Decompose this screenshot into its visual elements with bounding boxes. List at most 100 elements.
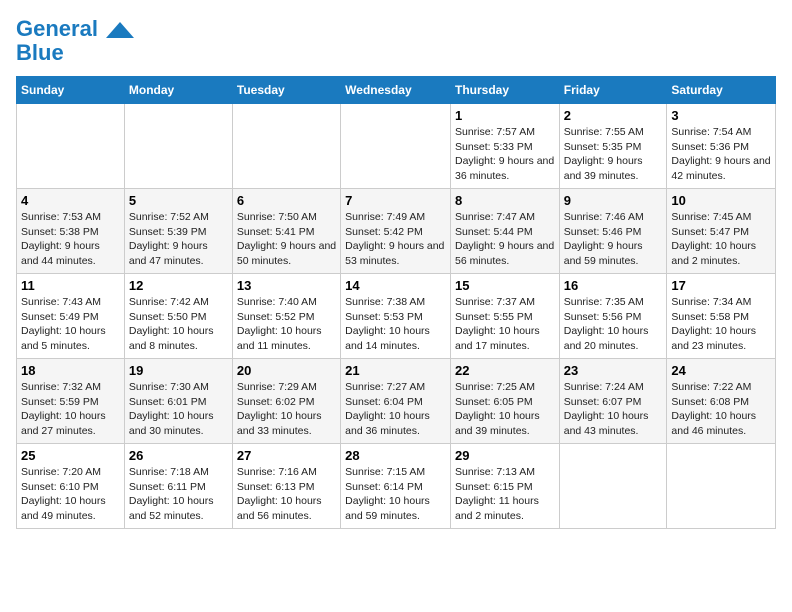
- calendar-cell: 23 Sunrise: 7:24 AM Sunset: 6:07 PM Dayli…: [559, 359, 667, 444]
- day-number: 2: [564, 108, 663, 123]
- calendar-cell: [17, 104, 125, 189]
- day-number: 20: [237, 363, 336, 378]
- day-number: 28: [345, 448, 446, 463]
- day-info: Sunrise: 7:20 AM Sunset: 6:10 PM Dayligh…: [21, 465, 120, 524]
- calendar-cell: 26 Sunrise: 7:18 AM Sunset: 6:11 PM Dayli…: [124, 444, 232, 529]
- day-number: 6: [237, 193, 336, 208]
- calendar-week-3: 11Sunrise: 7:43 AM Sunset: 5:49 PM Dayli…: [17, 274, 776, 359]
- day-number: 26: [129, 448, 228, 463]
- calendar-cell: 3 Sunrise: 7:54 AM Sunset: 5:36 PM Daylig…: [667, 104, 776, 189]
- day-number: 8: [455, 193, 555, 208]
- calendar-cell: 15 Sunrise: 7:37 AM Sunset: 5:55 PM Dayli…: [450, 274, 559, 359]
- day-number: 27: [237, 448, 336, 463]
- day-info: Sunrise: 7:30 AM Sunset: 6:01 PM Dayligh…: [129, 380, 228, 439]
- day-number: 12: [129, 278, 228, 293]
- day-number: 18: [21, 363, 120, 378]
- calendar-cell: [667, 444, 776, 529]
- calendar-cell: 2 Sunrise: 7:55 AM Sunset: 5:35 PM Daylig…: [559, 104, 667, 189]
- day-info: Sunrise: 7:27 AM Sunset: 6:04 PM Dayligh…: [345, 380, 446, 439]
- calendar-cell: 13 Sunrise: 7:40 AM Sunset: 5:52 PM Dayli…: [232, 274, 340, 359]
- calendar-cell: 17 Sunrise: 7:34 AM Sunset: 5:58 PM Dayli…: [667, 274, 776, 359]
- day-number: 13: [237, 278, 336, 293]
- weekday-header-saturday: Saturday: [667, 77, 776, 104]
- day-info: Sunrise: 7:42 AM Sunset: 5:50 PM Dayligh…: [129, 295, 228, 354]
- calendar-cell: 28Sunrise: 7:15 AM Sunset: 6:14 PM Dayli…: [341, 444, 451, 529]
- day-info: Sunrise: 7:47 AM Sunset: 5:44 PM Dayligh…: [455, 210, 555, 269]
- day-number: 16: [564, 278, 663, 293]
- calendar-cell: 19 Sunrise: 7:30 AM Sunset: 6:01 PM Dayli…: [124, 359, 232, 444]
- calendar-header-row: SundayMondayTuesdayWednesdayThursdayFrid…: [17, 77, 776, 104]
- day-info: Sunrise: 7:38 AM Sunset: 5:53 PM Dayligh…: [345, 295, 446, 354]
- day-number: 15: [455, 278, 555, 293]
- calendar-cell: 7 Sunrise: 7:49 AM Sunset: 5:42 PM Daylig…: [341, 189, 451, 274]
- day-number: 4: [21, 193, 120, 208]
- day-info: Sunrise: 7:53 AM Sunset: 5:38 PM Dayligh…: [21, 210, 120, 269]
- calendar-cell: 11Sunrise: 7:43 AM Sunset: 5:49 PM Dayli…: [17, 274, 125, 359]
- day-info: Sunrise: 7:32 AM Sunset: 5:59 PM Dayligh…: [21, 380, 120, 439]
- day-info: Sunrise: 7:55 AM Sunset: 5:35 PM Dayligh…: [564, 125, 663, 184]
- calendar-cell: 20 Sunrise: 7:29 AM Sunset: 6:02 PM Dayli…: [232, 359, 340, 444]
- calendar-cell: 6 Sunrise: 7:50 AM Sunset: 5:41 PM Daylig…: [232, 189, 340, 274]
- day-number: 7: [345, 193, 446, 208]
- day-info: Sunrise: 7:54 AM Sunset: 5:36 PM Dayligh…: [671, 125, 771, 184]
- weekday-header-tuesday: Tuesday: [232, 77, 340, 104]
- day-number: 1: [455, 108, 555, 123]
- day-number: 14: [345, 278, 446, 293]
- calendar-cell: 10 Sunrise: 7:45 AM Sunset: 5:47 PM Dayli…: [667, 189, 776, 274]
- page-header: General Blue: [16, 16, 776, 66]
- weekday-header-monday: Monday: [124, 77, 232, 104]
- day-info: Sunrise: 7:43 AM Sunset: 5:49 PM Dayligh…: [21, 295, 120, 354]
- calendar-week-2: 4 Sunrise: 7:53 AM Sunset: 5:38 PM Daylig…: [17, 189, 776, 274]
- calendar-cell: 5 Sunrise: 7:52 AM Sunset: 5:39 PM Daylig…: [124, 189, 232, 274]
- calendar-cell: 29 Sunrise: 7:13 AM Sunset: 6:15 PM Dayli…: [450, 444, 559, 529]
- day-number: 5: [129, 193, 228, 208]
- day-info: Sunrise: 7:57 AM Sunset: 5:33 PM Dayligh…: [455, 125, 555, 184]
- day-info: Sunrise: 7:13 AM Sunset: 6:15 PM Dayligh…: [455, 465, 555, 524]
- calendar-cell: 24Sunrise: 7:22 AM Sunset: 6:08 PM Dayli…: [667, 359, 776, 444]
- day-info: Sunrise: 7:25 AM Sunset: 6:05 PM Dayligh…: [455, 380, 555, 439]
- calendar-cell: 18 Sunrise: 7:32 AM Sunset: 5:59 PM Dayli…: [17, 359, 125, 444]
- calendar-cell: 4 Sunrise: 7:53 AM Sunset: 5:38 PM Daylig…: [17, 189, 125, 274]
- day-info: Sunrise: 7:35 AM Sunset: 5:56 PM Dayligh…: [564, 295, 663, 354]
- weekday-header-friday: Friday: [559, 77, 667, 104]
- day-number: 24: [671, 363, 771, 378]
- calendar-cell: 8 Sunrise: 7:47 AM Sunset: 5:44 PM Daylig…: [450, 189, 559, 274]
- day-number: 19: [129, 363, 228, 378]
- day-number: 23: [564, 363, 663, 378]
- calendar-week-1: 1 Sunrise: 7:57 AM Sunset: 5:33 PM Daylig…: [17, 104, 776, 189]
- calendar-cell: 14 Sunrise: 7:38 AM Sunset: 5:53 PM Dayli…: [341, 274, 451, 359]
- day-info: Sunrise: 7:37 AM Sunset: 5:55 PM Dayligh…: [455, 295, 555, 354]
- calendar-cell: 25 Sunrise: 7:20 AM Sunset: 6:10 PM Dayli…: [17, 444, 125, 529]
- day-number: 17: [671, 278, 771, 293]
- weekday-header-wednesday: Wednesday: [341, 77, 451, 104]
- day-info: Sunrise: 7:16 AM Sunset: 6:13 PM Dayligh…: [237, 465, 336, 524]
- day-info: Sunrise: 7:34 AM Sunset: 5:58 PM Dayligh…: [671, 295, 771, 354]
- day-info: Sunrise: 7:52 AM Sunset: 5:39 PM Dayligh…: [129, 210, 228, 269]
- calendar-cell: 1 Sunrise: 7:57 AM Sunset: 5:33 PM Daylig…: [450, 104, 559, 189]
- day-info: Sunrise: 7:29 AM Sunset: 6:02 PM Dayligh…: [237, 380, 336, 439]
- day-number: 22: [455, 363, 555, 378]
- calendar-cell: 27 Sunrise: 7:16 AM Sunset: 6:13 PM Dayli…: [232, 444, 340, 529]
- day-number: 10: [671, 193, 771, 208]
- calendar-cell: 21 Sunrise: 7:27 AM Sunset: 6:04 PM Dayli…: [341, 359, 451, 444]
- day-number: 21: [345, 363, 446, 378]
- calendar-cell: [559, 444, 667, 529]
- day-number: 25: [21, 448, 120, 463]
- day-info: Sunrise: 7:46 AM Sunset: 5:46 PM Dayligh…: [564, 210, 663, 269]
- day-number: 9: [564, 193, 663, 208]
- day-info: Sunrise: 7:50 AM Sunset: 5:41 PM Dayligh…: [237, 210, 336, 269]
- day-number: 3: [671, 108, 771, 123]
- day-info: Sunrise: 7:24 AM Sunset: 6:07 PM Dayligh…: [564, 380, 663, 439]
- calendar-cell: [232, 104, 340, 189]
- day-number: 29: [455, 448, 555, 463]
- calendar-week-5: 25 Sunrise: 7:20 AM Sunset: 6:10 PM Dayli…: [17, 444, 776, 529]
- day-info: Sunrise: 7:49 AM Sunset: 5:42 PM Dayligh…: [345, 210, 446, 269]
- calendar-cell: 9 Sunrise: 7:46 AM Sunset: 5:46 PM Daylig…: [559, 189, 667, 274]
- day-info: Sunrise: 7:40 AM Sunset: 5:52 PM Dayligh…: [237, 295, 336, 354]
- day-info: Sunrise: 7:18 AM Sunset: 6:11 PM Dayligh…: [129, 465, 228, 524]
- day-info: Sunrise: 7:45 AM Sunset: 5:47 PM Dayligh…: [671, 210, 771, 269]
- calendar-cell: 12 Sunrise: 7:42 AM Sunset: 5:50 PM Dayli…: [124, 274, 232, 359]
- calendar-cell: [124, 104, 232, 189]
- logo: General Blue: [16, 16, 134, 66]
- calendar-cell: [341, 104, 451, 189]
